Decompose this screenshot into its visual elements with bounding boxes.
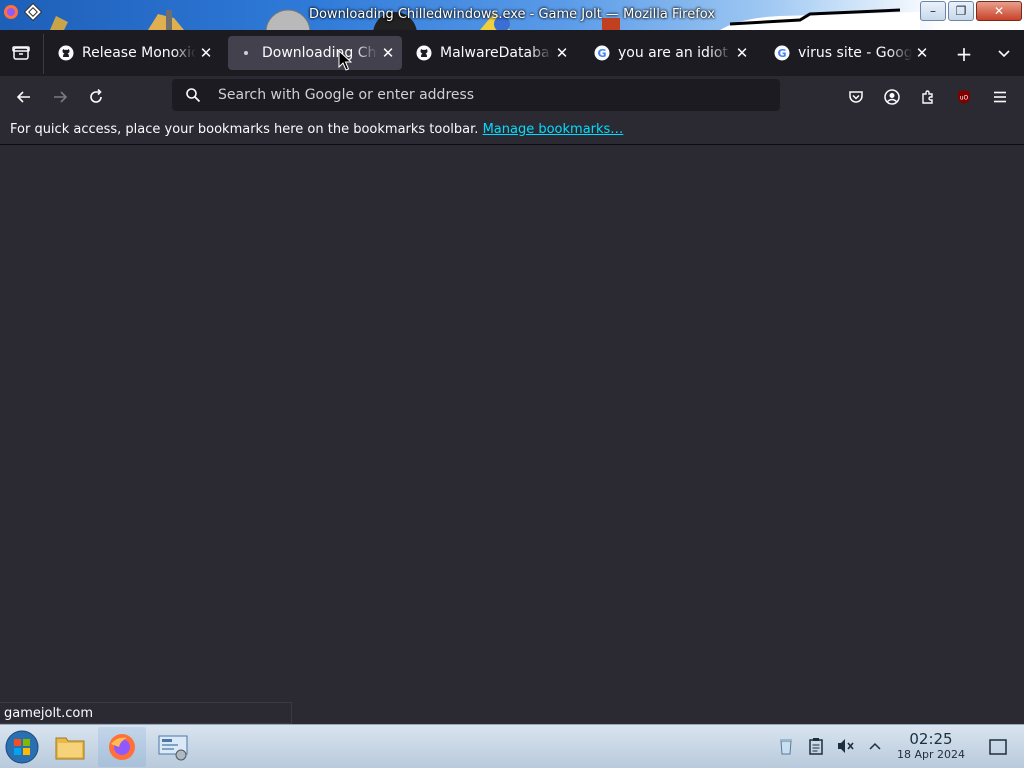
- firefox-view-button[interactable]: [8, 40, 34, 66]
- tray-clipboard-icon[interactable]: [807, 737, 825, 755]
- status-panel: gamejolt.com: [0, 702, 292, 724]
- svg-text:G: G: [777, 47, 786, 60]
- tray-volume-muted[interactable]: [837, 737, 855, 755]
- taskbar-firefox[interactable]: [98, 727, 146, 767]
- close-window-button[interactable]: ✕: [976, 1, 1022, 21]
- ublock-origin-icon: uO: [958, 90, 970, 104]
- forward-button[interactable]: [47, 84, 73, 110]
- ublock-origin-button[interactable]: uO: [951, 84, 977, 110]
- folder-icon: [55, 737, 85, 760]
- extensions-button[interactable]: [915, 84, 941, 110]
- svg-text:uO: uO: [960, 95, 969, 102]
- minimize-button[interactable]: –: [920, 1, 946, 21]
- window-title: Downloading Chilledwindows.exe - Game Jo…: [308, 7, 716, 22]
- puzzle-piece-icon: [922, 90, 933, 104]
- page-content[interactable]: [0, 145, 1024, 724]
- tab-malwaredatabase[interactable]: MalwareDatabase ✕: [406, 36, 576, 70]
- loading-dot-icon: [244, 51, 248, 55]
- start-button[interactable]: [2, 727, 42, 767]
- chevron-down-icon: [998, 50, 1010, 58]
- google-icon: G: [774, 45, 790, 61]
- tray-expand-button[interactable]: [866, 737, 884, 755]
- tab-label: Downloading Chilledwindows.exe - Game Jo…: [262, 45, 378, 61]
- list-all-tabs-button[interactable]: [994, 44, 1014, 64]
- manage-bookmarks-link[interactable]: Manage bookmarks…: [483, 122, 624, 137]
- close-tab-button[interactable]: ✕: [196, 43, 216, 63]
- github-icon: [416, 45, 432, 61]
- recycle-bin-icon: [780, 739, 792, 755]
- start-orb-icon: [5, 730, 39, 764]
- search-icon: [186, 88, 201, 103]
- tab-you-are-an-idiot[interactable]: G you are an idiot - Google Search ✕: [584, 36, 756, 70]
- speaker-muted-icon: [838, 739, 854, 753]
- account-icon: [884, 89, 900, 105]
- tab-label: you are an idiot - Google Search: [618, 45, 732, 61]
- tab-label: virus site - Google Search: [798, 45, 912, 61]
- close-tab-button[interactable]: ✕: [378, 43, 398, 63]
- close-tab-button[interactable]: ✕: [732, 43, 752, 63]
- taskbar-system-settings[interactable]: [152, 727, 194, 767]
- tray-recycle-icon[interactable]: [777, 737, 795, 755]
- bookmarks-empty-message: For quick access, place your bookmarks h…: [10, 122, 479, 137]
- google-icon: G: [594, 45, 610, 61]
- address-bar[interactable]: [172, 79, 780, 111]
- reload-icon: [90, 89, 102, 103]
- chevron-up-icon: [869, 742, 881, 750]
- clock-date: 18 Apr 2024: [896, 748, 965, 761]
- clipboard-icon: [809, 738, 823, 755]
- tab-virus-site[interactable]: G virus site - Google Search ✕: [764, 36, 936, 70]
- tab-label: Release Monoxide: [82, 45, 196, 61]
- control-panel-icon: [158, 735, 188, 761]
- taskbar-file-manager[interactable]: [50, 727, 90, 767]
- pocket-button[interactable]: [843, 84, 869, 110]
- taskbar: 02:25 18 Apr 2024: [0, 724, 1024, 768]
- github-icon: [58, 45, 74, 61]
- tab-separator: [43, 34, 44, 74]
- arrow-left-icon: [16, 91, 30, 103]
- reload-button[interactable]: [83, 84, 109, 110]
- firefox-icon: [109, 734, 135, 760]
- window-titlebar[interactable]: Downloading Chilledwindows.exe - Game Jo…: [0, 0, 1024, 30]
- desktop-icon: [989, 739, 1007, 755]
- tab-release-monoxide[interactable]: Release Monoxide ✕: [48, 36, 220, 70]
- url-input[interactable]: [216, 86, 740, 104]
- close-tab-button[interactable]: ✕: [552, 43, 572, 63]
- navigation-toolbar: uO: [0, 76, 1024, 116]
- close-tab-button[interactable]: ✕: [912, 43, 932, 63]
- show-desktop-button[interactable]: [989, 738, 1007, 756]
- status-url: gamejolt.com: [4, 706, 94, 721]
- tab-strip: Release Monoxide ✕ Downloading Chilledwi…: [0, 30, 1024, 76]
- hamburger-menu-icon: [994, 91, 1006, 103]
- clock-time: 02:25: [909, 730, 953, 748]
- bookmarks-toolbar: For quick access, place your bookmarks h…: [0, 116, 1024, 145]
- pocket-icon: [849, 91, 863, 103]
- maximize-button[interactable]: ❐: [948, 1, 974, 21]
- arrow-right-icon: [54, 91, 68, 103]
- app-menu-button[interactable]: [987, 84, 1013, 110]
- new-tab-button[interactable]: +: [952, 42, 976, 66]
- account-button[interactable]: [879, 84, 905, 110]
- tab-label: MalwareDatabase: [440, 45, 552, 61]
- tab-downloading-chilledwindows[interactable]: Downloading Chilledwindows.exe - Game Jo…: [228, 36, 402, 70]
- taskbar-clock[interactable]: 02:25 18 Apr 2024: [888, 731, 974, 762]
- mouse-cursor-icon: [338, 50, 352, 71]
- svg-text:G: G: [597, 47, 606, 60]
- firefox-view-icon: [12, 46, 30, 60]
- back-button[interactable]: [11, 84, 37, 110]
